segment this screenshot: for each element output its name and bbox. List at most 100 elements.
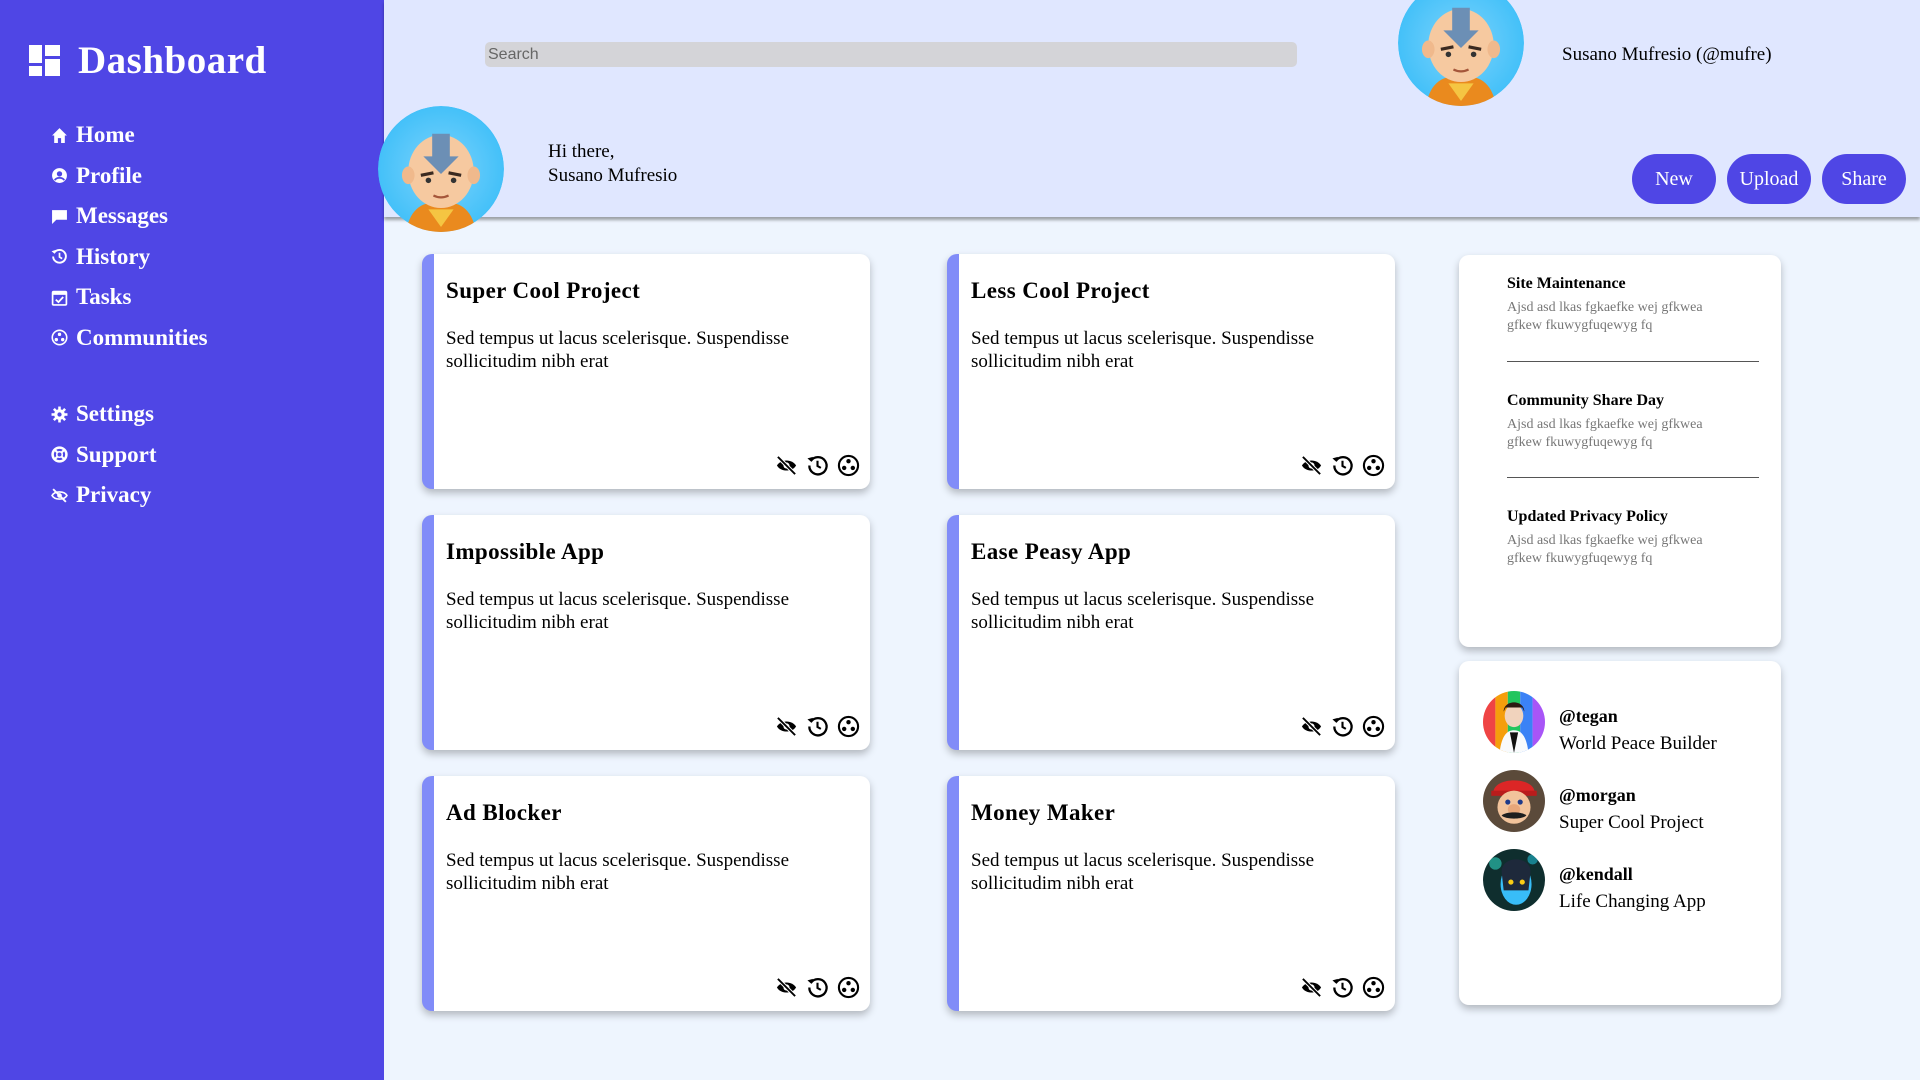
history-icon[interactable] — [1331, 976, 1354, 999]
nav-label: Home — [76, 122, 135, 148]
share-button[interactable]: Share — [1822, 154, 1906, 204]
nav-item-communities[interactable]: Communities — [50, 318, 208, 359]
hide-icon[interactable] — [775, 454, 798, 477]
project-title: Ease Peasy App — [971, 539, 1132, 564]
history-icon[interactable] — [806, 976, 829, 999]
hide-icon[interactable] — [775, 976, 798, 999]
announcement-title: Site Maintenance — [1507, 275, 1626, 292]
project-description: Sed tempus ut lacus scelerisque. Suspend… — [446, 589, 790, 633]
trending-item[interactable]: @tegan World Peace Builder — [1483, 691, 1717, 757]
trending-item[interactable]: @morgan Super Cool Project — [1483, 770, 1704, 836]
brand[interactable]: Dashboard — [29, 38, 267, 83]
nav-item-tasks[interactable]: Tasks — [50, 277, 208, 318]
history-icon[interactable] — [1331, 715, 1354, 738]
trending-project: Super Cool Project — [1559, 812, 1704, 833]
announcement-title: Community Share Day — [1507, 392, 1665, 409]
profile-avatar — [378, 106, 504, 232]
project-card[interactable]: Less Cool Project Sed tempus ut lacus sce… — [947, 254, 1395, 489]
avatar-illustration-icon — [1483, 849, 1545, 911]
project-title: Less Cool Project — [971, 278, 1150, 303]
project-title: Impossible App — [446, 539, 605, 564]
trending-handle: @kendall — [1559, 864, 1633, 884]
upload-button[interactable]: Upload — [1727, 154, 1811, 204]
communities-icon[interactable] — [837, 454, 860, 477]
project-card[interactable]: Super Cool Project Sed tempus ut lacus sc… — [422, 254, 870, 489]
trending-project: Life Changing App — [1559, 891, 1706, 912]
trending-panel: @tegan World Peace Builder @morgan Super… — [1459, 661, 1781, 1005]
privacy-icon — [50, 486, 68, 504]
nav-item-messages[interactable]: Messages — [50, 196, 208, 237]
header: Susano Mufresio (@mufre) Hi there, Susan… — [378, 0, 1920, 232]
communities-icon — [50, 329, 68, 347]
dashboard-grid-icon — [29, 45, 60, 76]
trending-project: World Peace Builder — [1559, 733, 1717, 754]
primary-nav: Home Profile Messages History Tasks Comm… — [50, 115, 208, 358]
avatar-cartoon-icon — [378, 106, 504, 232]
project-card[interactable]: Impossible App Sed tempus ut lacus sceler… — [422, 515, 870, 750]
hide-icon[interactable] — [1300, 715, 1323, 738]
communities-icon[interactable] — [837, 976, 860, 999]
search-input[interactable] — [485, 42, 1297, 67]
announcements-panel: Site Maintenance Ajsd asd lkas fgkaefke … — [1459, 255, 1781, 647]
nav-label: History — [76, 243, 151, 269]
card-actions — [1300, 715, 1385, 738]
divider — [1507, 477, 1759, 478]
gear-icon — [50, 405, 68, 423]
announcement-item[interactable]: Community Share Day Ajsd asd lkas fgkaef… — [1507, 392, 1759, 452]
hide-icon[interactable] — [1300, 976, 1323, 999]
home-icon — [50, 126, 68, 144]
card-actions — [775, 715, 860, 738]
history-icon[interactable] — [1331, 454, 1354, 477]
communities-icon[interactable] — [1362, 454, 1385, 477]
tasks-icon — [50, 288, 68, 306]
announcement-item[interactable]: Updated Privacy Policy Ajsd asd lkas fgk… — [1507, 508, 1759, 568]
nav-label: Support — [76, 441, 157, 467]
communities-icon[interactable] — [1362, 976, 1385, 999]
morgan-avatar — [1483, 770, 1545, 832]
divider — [1507, 361, 1759, 362]
card-actions — [775, 454, 860, 477]
support-icon — [50, 446, 68, 464]
greeting-name: Susano Mufresio — [548, 165, 678, 186]
project-title: Ad Blocker — [446, 800, 562, 825]
hide-icon[interactable] — [775, 715, 798, 738]
kendall-avatar — [1483, 849, 1545, 911]
announcement-item[interactable]: Site Maintenance Ajsd asd lkas fgkaefke … — [1507, 275, 1759, 335]
nav-label: Communities — [76, 324, 208, 350]
nav-item-home[interactable]: Home — [50, 115, 208, 156]
sidebar: Dashboard Home Profile Messages History — [0, 0, 384, 1080]
nav-label: Tasks — [76, 284, 132, 310]
project-card[interactable]: Money Maker Sed tempus ut lacus scelerisq… — [947, 776, 1395, 1011]
project-title: Money Maker — [971, 800, 1116, 825]
trending-handle: @morgan — [1559, 785, 1636, 805]
project-card[interactable]: Ad Blocker Sed tempus ut lacus scelerisqu… — [422, 776, 870, 1011]
nav-item-profile[interactable]: Profile — [50, 156, 208, 197]
new-button[interactable]: New — [1632, 154, 1716, 204]
project-description: Sed tempus ut lacus scelerisque. Suspend… — [971, 328, 1315, 372]
announcement-title: Updated Privacy Policy — [1507, 508, 1668, 525]
nav-item-privacy[interactable]: Privacy — [50, 475, 157, 516]
greeting: Hi there, Susano Mufresio — [548, 140, 677, 188]
communities-icon[interactable] — [837, 715, 860, 738]
nav-item-support[interactable]: Support — [50, 435, 157, 476]
history-icon[interactable] — [806, 454, 829, 477]
nav-label: Privacy — [76, 482, 152, 508]
tegan-avatar — [1483, 691, 1545, 753]
history-icon[interactable] — [806, 715, 829, 738]
project-description: Sed tempus ut lacus scelerisque. Suspend… — [971, 850, 1315, 894]
nav-item-settings[interactable]: Settings — [50, 394, 157, 435]
nav-label: Messages — [76, 203, 168, 229]
communities-icon[interactable] — [1362, 715, 1385, 738]
project-card[interactable]: Ease Peasy App Sed tempus ut lacus sceler… — [947, 515, 1395, 750]
brand-title: Dashboard — [78, 39, 267, 82]
user-avatar[interactable] — [1398, 0, 1524, 106]
user-display-name: Susano Mufresio (@mufre) — [1562, 44, 1772, 65]
announcement-body: Ajsd asd lkas fgkaefke wej gfkwea gfkew … — [1507, 533, 1703, 566]
project-title: Super Cool Project — [446, 278, 641, 303]
nav-item-history[interactable]: History — [50, 237, 208, 278]
avatar-illustration-icon — [1483, 691, 1545, 753]
greeting-line: Hi there, — [548, 141, 615, 162]
hide-icon[interactable] — [1300, 454, 1323, 477]
trending-item[interactable]: @kendall Life Changing App — [1483, 849, 1706, 915]
trending-handle: @tegan — [1559, 706, 1618, 726]
